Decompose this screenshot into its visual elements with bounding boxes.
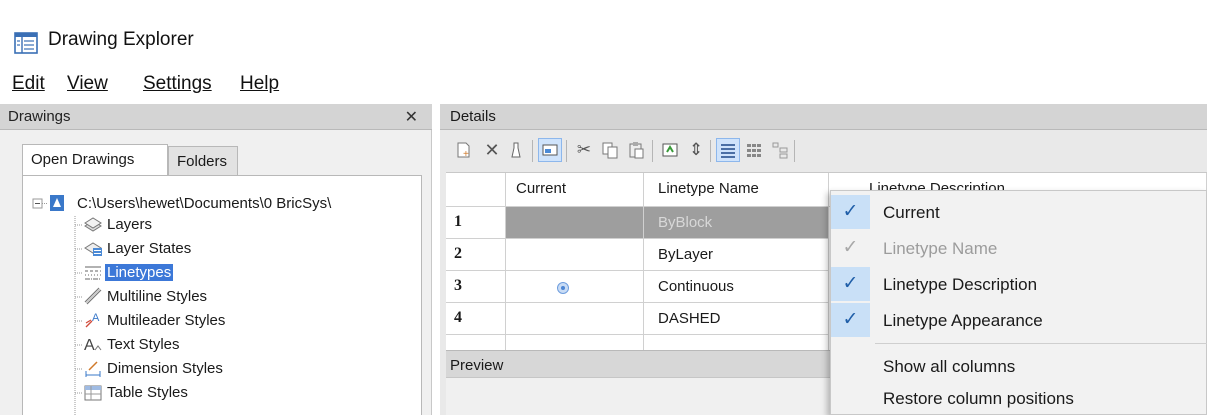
- check-icon: ✓: [831, 267, 870, 301]
- table-cell-current[interactable]: [506, 303, 644, 335]
- toolbar-separator: [532, 140, 533, 162]
- multileader-styles-icon: A: [85, 312, 100, 328]
- menu-item-restore-column-positions[interactable]: Restore column positions: [831, 381, 1207, 415]
- set-current-icon[interactable]: [538, 138, 562, 162]
- drawings-panel: Drawings ✕ Open Drawings Folders C:\User…: [0, 104, 432, 415]
- check-icon: ✓: [831, 303, 870, 337]
- row-number[interactable]: 2: [446, 239, 506, 271]
- sort-icon[interactable]: ⇕: [684, 138, 708, 162]
- regenerate-icon[interactable]: [658, 138, 682, 162]
- table-cell-current[interactable]: [506, 271, 644, 303]
- menu-settings[interactable]: Settings: [143, 73, 212, 95]
- toolbar-separator: [652, 140, 653, 162]
- new-icon[interactable]: +: [452, 138, 476, 162]
- layers-icon: [84, 217, 102, 232]
- tree-item-dimension-styles[interactable]: Dimension Styles: [83, 357, 303, 381]
- row-number[interactable]: 1: [446, 207, 506, 239]
- table-corner: [446, 173, 506, 207]
- tree-item-layer-states[interactable]: Layer States: [83, 237, 283, 261]
- list-view-icon[interactable]: [742, 138, 766, 162]
- paste-icon[interactable]: [624, 138, 648, 162]
- text-styles-icon: A: [84, 337, 102, 354]
- tab-open-drawings[interactable]: Open Drawings: [22, 144, 168, 176]
- current-radio-icon[interactable]: [557, 282, 569, 294]
- menu-item-current[interactable]: ✓ Current: [831, 195, 1207, 229]
- multiline-styles-icon: [84, 287, 102, 305]
- details-view-icon[interactable]: [716, 138, 740, 162]
- drawings-panel-header: Drawings ✕: [0, 104, 432, 130]
- menu-item-linetype-description[interactable]: ✓ Linetype Description: [831, 267, 1207, 301]
- table-styles-icon: [84, 385, 102, 401]
- menu-separator: [875, 343, 1207, 344]
- tree-item-multiline-styles[interactable]: Multiline Styles: [83, 285, 303, 309]
- menu-item-linetype-name: ✓ Linetype Name: [831, 231, 1207, 265]
- table-cell-name[interactable]: ByLayer: [644, 239, 829, 271]
- tree-item-table-styles[interactable]: Table Styles: [83, 381, 283, 405]
- drawing-explorer-icon: [14, 32, 38, 54]
- toolbar-separator: [794, 140, 795, 162]
- table-cell-name[interactable]: DASHED: [644, 303, 829, 335]
- drawings-panel-title: Drawings: [8, 108, 71, 125]
- tree-item-label: Multiline Styles: [107, 288, 208, 305]
- purge-icon[interactable]: [504, 138, 528, 162]
- tree-item-linetypes[interactable]: Linetypes: [83, 261, 283, 285]
- tree-view-icon[interactable]: [768, 138, 792, 162]
- tree-item-text-styles[interactable]: A Text Styles: [83, 333, 283, 357]
- tree-item-label: C:\Users\hewet\Documents\0 BricSys\: [77, 195, 332, 212]
- tab-folders[interactable]: Folders: [168, 146, 238, 175]
- window-title: Drawing Explorer: [48, 29, 194, 50]
- drawing-file-icon: [50, 195, 64, 211]
- delete-icon[interactable]: ✕: [480, 138, 504, 162]
- tree-item-layers[interactable]: Layers: [83, 213, 283, 237]
- table-cell-current[interactable]: [506, 207, 644, 239]
- tree-item-multileader-styles[interactable]: A Multileader Styles: [83, 309, 303, 333]
- tree-item-label: Linetypes: [105, 264, 174, 281]
- details-panel-header: Details: [440, 104, 1207, 130]
- menu-item-show-all-columns[interactable]: Show all columns: [831, 349, 1207, 383]
- copy-icon[interactable]: [598, 138, 622, 162]
- linetypes-icon: [85, 266, 101, 280]
- menu-bar: Edit View Settings Help: [0, 70, 1207, 100]
- tree-item-label: Layers: [107, 216, 153, 233]
- drawings-tree: C:\Users\hewet\Documents\0 BricSys\ Laye…: [22, 175, 422, 415]
- close-icon[interactable]: ✕: [405, 107, 418, 127]
- table-cell-current[interactable]: [506, 239, 644, 271]
- menu-view[interactable]: View: [67, 73, 108, 95]
- svg-text:A: A: [92, 312, 100, 324]
- toolbar-separator: [710, 140, 711, 162]
- table-cell-name[interactable]: Continuous: [644, 271, 829, 303]
- tree-item-label: Text Styles: [107, 336, 180, 353]
- tree-item-label: Multileader Styles: [107, 312, 226, 329]
- svg-text:A: A: [84, 337, 95, 354]
- column-header-current[interactable]: Current: [506, 173, 644, 207]
- menu-item-linetype-appearance[interactable]: ✓ Linetype Appearance: [831, 303, 1207, 337]
- tree-item-label: Layer States: [107, 240, 192, 257]
- column-context-menu: ✓ Current ✓ Linetype Name ✓ Linetype Des…: [830, 190, 1207, 415]
- details-panel-title: Details: [450, 108, 496, 125]
- cut-icon[interactable]: ✂: [572, 138, 596, 162]
- dimension-styles-icon: [85, 361, 101, 377]
- tree-item-label: Table Styles: [107, 384, 188, 401]
- preview-title: Preview: [450, 357, 504, 374]
- toolbar-separator: [566, 140, 567, 162]
- layer-states-icon: [84, 242, 102, 256]
- row-number[interactable]: 4: [446, 303, 506, 335]
- check-icon: ✓: [831, 195, 870, 229]
- menu-help[interactable]: Help: [240, 73, 279, 95]
- title-bar: Drawing Explorer: [0, 0, 1207, 68]
- svg-text:+: +: [463, 149, 469, 159]
- column-header-linetype-name[interactable]: Linetype Name: [644, 173, 829, 207]
- table-cell-name[interactable]: ByBlock: [644, 207, 829, 239]
- tree-item-label: Dimension Styles: [107, 360, 223, 377]
- check-icon: ✓: [842, 237, 859, 258]
- menu-edit[interactable]: Edit: [12, 73, 45, 95]
- row-number[interactable]: 3: [446, 271, 506, 303]
